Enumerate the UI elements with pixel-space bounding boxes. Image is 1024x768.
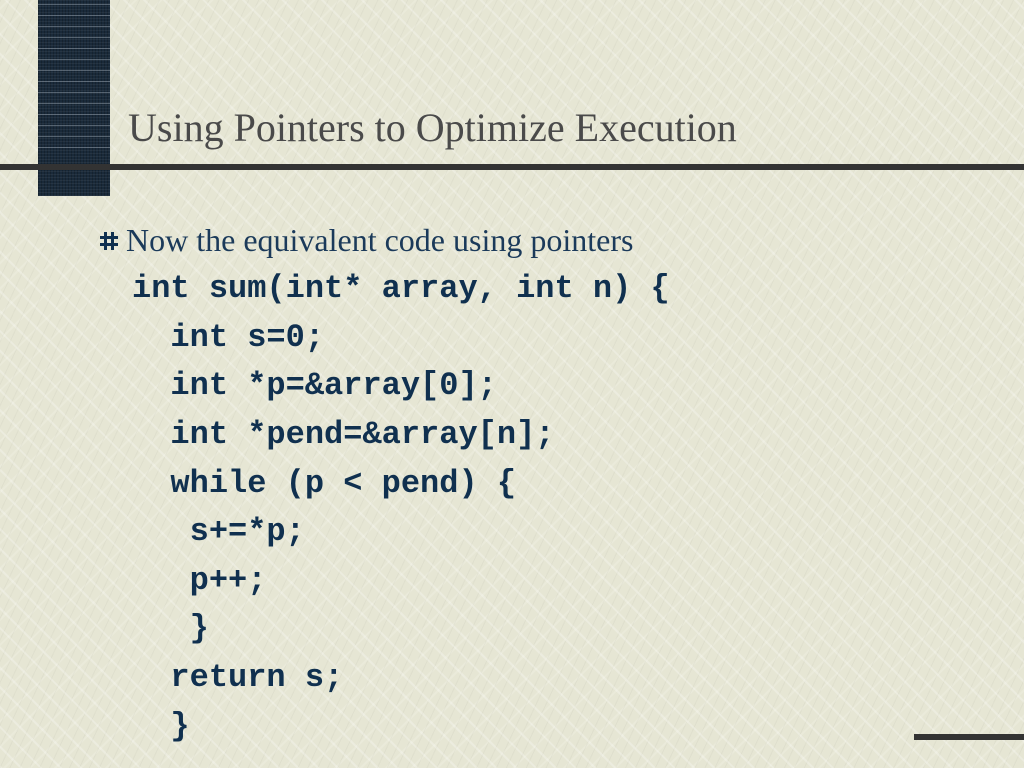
bullet-item: Now the equivalent code using pointers [100,222,984,259]
slide-title: Using Pointers to Optimize Execution [128,104,737,151]
bullet-text: Now the equivalent code using pointers [126,222,633,259]
title-underline [0,164,1024,170]
hash-bullet-icon [100,232,118,250]
slide-body: Now the equivalent code using pointers i… [100,222,984,751]
code-block: int sum(int* array, int n) { int s=0; in… [132,265,984,751]
